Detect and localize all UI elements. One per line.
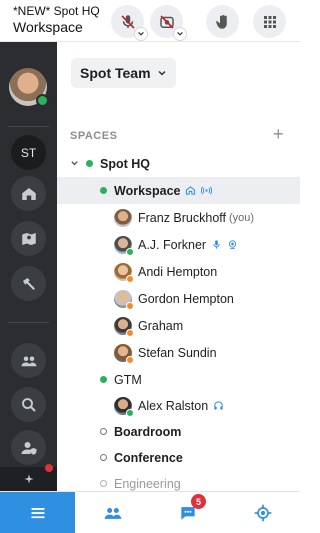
home-icon: [21, 187, 36, 200]
member-name: Andi Hempton: [138, 264, 218, 279]
mic-icon: [213, 240, 220, 249]
space-row-spot-hq[interactable]: Spot HQ: [57, 150, 300, 177]
status-dot-empty: [100, 480, 107, 487]
rail-divider: [8, 126, 49, 127]
people-icon: [104, 508, 121, 519]
avatar: [114, 235, 134, 256]
team-selector[interactable]: Spot Team: [71, 58, 176, 88]
home-button[interactable]: [11, 176, 46, 211]
apps-grid-icon: [263, 15, 276, 28]
room-row-engineering[interactable]: Engineering: [57, 470, 300, 491]
member-row[interactable]: A.J. Forkner: [57, 231, 300, 258]
nav-people-tab[interactable]: [75, 492, 150, 533]
raise-hand-button[interactable]: [206, 5, 239, 38]
member-row[interactable]: Gordon Hempton: [57, 285, 300, 312]
home-icon: [186, 186, 196, 195]
member-row[interactable]: Alex Ralston: [57, 392, 300, 419]
top-bar: *NEW* Spot HQ Workspace: [0, 0, 300, 42]
room-name: Workspace: [114, 183, 181, 198]
avatar: [114, 316, 134, 337]
search-icon: [21, 397, 36, 412]
crosshair-icon: [254, 504, 271, 522]
member-row[interactable]: Franz Bruckhoff (you): [57, 204, 300, 231]
mic-toggle-button[interactable]: [111, 5, 148, 41]
member-name: Stefan Sundin: [138, 345, 217, 360]
status-dot-empty: [100, 428, 107, 435]
admin-button[interactable]: [11, 430, 46, 465]
raise-hand-icon: [215, 14, 227, 29]
member-name: Franz Bruckhoff: [138, 210, 227, 225]
status-dot-away: [126, 328, 134, 337]
chevron-down-icon: [158, 70, 166, 76]
menu-icon: [30, 508, 45, 519]
team-name: Spot Team: [80, 65, 151, 81]
avatar: [114, 289, 134, 310]
space-title: *NEW* Spot HQ: [13, 4, 100, 18]
room-row-gtm[interactable]: GTM: [57, 366, 300, 393]
room-row-conference[interactable]: Conference: [57, 444, 300, 471]
you-suffix: (you): [229, 211, 255, 224]
broadcast-icon: [201, 186, 213, 195]
status-dot-empty: [100, 454, 107, 461]
status-dot-online: [126, 247, 134, 256]
room-name: Engineering: [114, 476, 181, 491]
team-switch-st[interactable]: ST: [11, 135, 46, 170]
status-dot-online: [100, 376, 107, 383]
mic-options-caret[interactable]: [134, 27, 148, 41]
nav-chat-tab[interactable]: 5: [150, 492, 225, 533]
user-shield-icon: [21, 441, 36, 455]
member-row[interactable]: Stefan Sundin: [57, 339, 300, 366]
left-rail: ST: [0, 42, 57, 491]
room-row-boardroom[interactable]: Boardroom: [57, 418, 300, 445]
status-dot-online: [100, 187, 107, 194]
avatar: [114, 343, 134, 364]
spaces-panel: Spot Team SPACES + Spot HQ Workspace Fra…: [57, 42, 300, 491]
status-dot-away: [126, 355, 134, 364]
camera-toggle-button[interactable]: [150, 5, 187, 41]
mic-muted-icon: [120, 14, 135, 29]
space-name: Spot HQ: [100, 156, 150, 171]
camera-off-icon: [159, 14, 174, 29]
nav-spaces-tab[interactable]: [0, 492, 75, 533]
bottom-nav: 5: [0, 491, 300, 533]
apps-button[interactable]: [253, 5, 286, 38]
add-space-button[interactable]: +: [273, 124, 284, 145]
member-name: Graham: [138, 318, 184, 333]
build-button[interactable]: [11, 266, 46, 301]
notification-dot: [45, 464, 53, 472]
room-name: Boardroom: [114, 424, 182, 439]
map-icon: [21, 232, 36, 245]
people-button[interactable]: [11, 343, 46, 378]
nav-locate-tab[interactable]: [225, 492, 300, 533]
spaces-heading: SPACES: [70, 130, 118, 142]
search-button[interactable]: [11, 387, 46, 422]
webcam-icon: [228, 240, 237, 250]
people-icon: [21, 356, 36, 366]
headphones-icon: [214, 401, 223, 410]
room-title: Workspace: [13, 19, 83, 35]
member-name: Alex Ralston: [138, 398, 209, 413]
unread-badge: 5: [191, 494, 206, 509]
avatar: [114, 208, 132, 227]
map-button[interactable]: [11, 221, 46, 256]
camera-options-caret[interactable]: [173, 27, 187, 41]
status-dot-away: [126, 301, 134, 310]
status-dot-online: [86, 160, 93, 167]
status-dot-online: [126, 408, 134, 417]
room-row-workspace[interactable]: Workspace: [57, 177, 300, 204]
status-dot-away: [126, 274, 134, 283]
my-status-dot: [36, 94, 49, 107]
member-name: A.J. Forkner: [138, 237, 207, 252]
room-name: GTM: [114, 372, 142, 387]
rail-divider: [8, 322, 49, 323]
room-name: Conference: [114, 450, 183, 465]
member-row[interactable]: Graham: [57, 312, 300, 339]
member-row[interactable]: Andi Hempton: [57, 258, 300, 285]
chevron-down-icon[interactable]: [70, 159, 79, 168]
member-name: Gordon Hempton: [138, 291, 234, 306]
hammer-icon: [22, 277, 35, 290]
sparkle-icon: [24, 474, 33, 484]
avatar: [114, 396, 134, 417]
avatar: [114, 262, 134, 283]
